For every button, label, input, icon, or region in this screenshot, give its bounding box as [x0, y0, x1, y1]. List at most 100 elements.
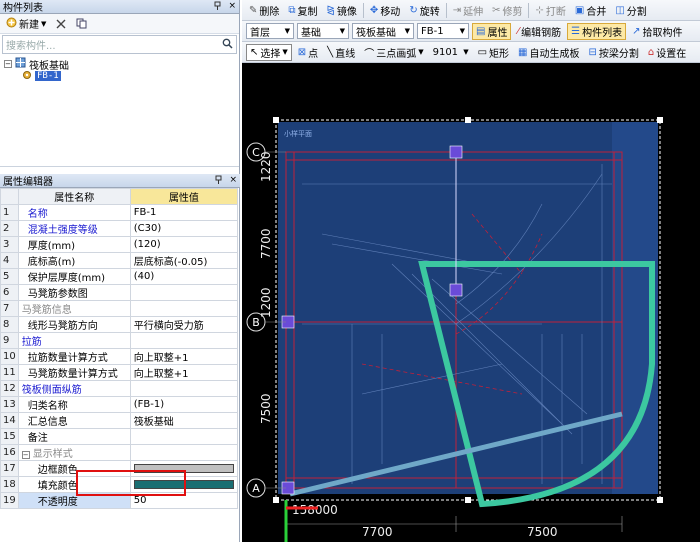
- split-button[interactable]: ◫ 分割: [612, 2, 649, 19]
- category-select[interactable]: 基础 ▼: [297, 23, 349, 39]
- property-value[interactable]: (C30): [129, 220, 239, 237]
- merge-button[interactable]: ▣ 合并: [572, 2, 609, 19]
- property-value[interactable]: 向上取整+1: [129, 364, 239, 381]
- property-value[interactable]: [129, 444, 239, 461]
- rect-button[interactable]: ▭ 矩形: [475, 44, 512, 61]
- merge-icon: ▣: [574, 4, 585, 16]
- property-value[interactable]: (120): [129, 236, 239, 253]
- drawing-canvas[interactable]: 小样平面 C B A 1220 7700 1200 7500 158000 77…: [242, 64, 700, 542]
- extend-button[interactable]: ⇥ 延伸: [450, 2, 486, 19]
- settings-label: 设置在: [656, 48, 687, 60]
- tree-root-label: 筏板基础: [29, 60, 69, 72]
- property-icon: ▤: [476, 25, 486, 37]
- property-row[interactable]: 10 拉筋数量计算方式 向上取整+1: [0, 348, 239, 365]
- trim-button[interactable]: ✂ 修剪: [489, 2, 525, 19]
- property-value[interactable]: (40): [129, 268, 239, 285]
- copy-component-button[interactable]: [73, 15, 90, 32]
- pin-icon[interactable]: [213, 1, 222, 13]
- property-value[interactable]: [129, 300, 239, 317]
- property-row[interactable]: 1 名称 FB-1: [0, 204, 239, 221]
- auto-generate-button[interactable]: ▦ 自动生成板: [515, 44, 582, 61]
- separator: [362, 2, 364, 18]
- property-value[interactable]: 平行横向受力筋: [129, 316, 239, 333]
- property-value[interactable]: (FB-1): [129, 396, 239, 413]
- copy-button[interactable]: ⧉ 复制: [285, 2, 320, 19]
- property-value[interactable]: [129, 380, 239, 397]
- close-icon[interactable]: ×: [229, 175, 237, 187]
- search-icon[interactable]: [222, 38, 233, 52]
- property-value[interactable]: 层底标高(-0.05): [129, 252, 239, 269]
- by-beam-split-button[interactable]: ⊟ 按梁分割: [586, 44, 642, 61]
- property-row[interactable]: 5 保护层厚度(mm) (40): [0, 268, 239, 285]
- auto-generate-label: 自动生成板: [529, 48, 580, 60]
- property-button[interactable]: ▤ 属性: [472, 22, 512, 40]
- property-row-index: 18: [0, 476, 19, 493]
- property-value[interactable]: FB-1: [129, 204, 239, 221]
- move-button[interactable]: ✥ 移动: [367, 2, 403, 19]
- arc-button[interactable]: ⌒ 三点画弧 ▼: [361, 44, 426, 61]
- property-row[interactable]: 4 底标高(m) 层底标高(-0.05): [0, 252, 239, 269]
- property-row[interactable]: 3 厚度(mm) (120): [0, 236, 239, 253]
- tree-item-root[interactable]: − 筏板基础: [4, 57, 235, 72]
- floor-select[interactable]: 首层 ▼: [246, 23, 294, 39]
- property-name-text: 备注: [27, 433, 48, 444]
- property-row[interactable]: 14 汇总信息 筏板基础: [0, 412, 239, 429]
- settings-button[interactable]: ⌂ 设置在: [645, 44, 689, 61]
- collapse-icon[interactable]: −: [21, 451, 30, 459]
- trim-label: 修剪: [502, 6, 523, 18]
- property-row[interactable]: 15 备注: [0, 428, 239, 445]
- close-icon[interactable]: ×: [228, 1, 236, 13]
- tree-item-fb1[interactable]: FB-1: [4, 70, 235, 82]
- component-list-button[interactable]: ☰ 构件列表: [567, 22, 627, 40]
- delete-component-button[interactable]: [53, 15, 69, 32]
- arc-label: 三点画弧: [376, 48, 417, 60]
- property-row[interactable]: 13 归类名称 (FB-1): [0, 396, 239, 413]
- property-name: 拉筋数量计算方式: [17, 348, 131, 365]
- pin-icon[interactable]: [214, 175, 223, 187]
- property-name: 线形马凳筋方向: [17, 316, 131, 333]
- property-row[interactable]: 2 混凝土强度等级 (C30): [0, 220, 239, 237]
- vertical-dimension-labels: 1220 7700 1200 7500: [259, 151, 273, 424]
- search-input[interactable]: 搜索构件...: [2, 35, 237, 54]
- highlight-box: [76, 470, 186, 496]
- property-name-text: 马凳筋数量计算方式: [27, 369, 118, 380]
- property-value[interactable]: 向上取整+1: [129, 348, 239, 365]
- property-row[interactable]: 11 马凳筋数量计算方式 向上取整+1: [0, 364, 239, 381]
- property-value[interactable]: [129, 428, 239, 445]
- dim-158000: 158000: [292, 503, 338, 517]
- collapse-icon[interactable]: −: [4, 60, 12, 68]
- rotate-button[interactable]: ↻ 旋转: [406, 2, 442, 19]
- component-select[interactable]: FB-1 ▼: [417, 23, 469, 39]
- property-name: 底标高(m): [17, 252, 131, 269]
- property-row[interactable]: 16− 显示样式: [0, 444, 239, 461]
- property-value[interactable]: [129, 332, 239, 349]
- property-editor-title: 属性编辑器: [3, 177, 53, 188]
- delete-x-icon: [56, 19, 66, 28]
- edit-rebar-button[interactable]: ⁄ 编辑钢筋: [514, 23, 564, 40]
- property-name-text: 马凳筋信息: [21, 305, 72, 316]
- select-button[interactable]: ↖ 选择 ▼: [246, 43, 292, 61]
- point-button[interactable]: ⊠ 点: [295, 44, 321, 61]
- line-icon: ╲: [327, 46, 334, 58]
- delete-button[interactable]: ✎ 删除: [246, 2, 282, 19]
- property-row[interactable]: 9 拉筋: [0, 332, 239, 349]
- new-button-label: 新建: [19, 20, 39, 31]
- property-value[interactable]: [129, 284, 239, 301]
- new-button[interactable]: 新建 ▼: [3, 15, 49, 32]
- property-name: 名称: [17, 204, 131, 221]
- break-button[interactable]: ⊹ 打断: [532, 2, 568, 19]
- line-button[interactable]: ╲ 直线: [324, 44, 358, 61]
- type-select[interactable]: 筏板基础 ▼: [352, 23, 414, 39]
- property-row[interactable]: 12 筏板侧面纵筋: [0, 380, 239, 397]
- arc-radius-input[interactable]: 9101 ▼: [430, 44, 472, 60]
- cad-drawing[interactable]: 小样平面 C B A 1220 7700 1200 7500 158000 77…: [242, 64, 700, 542]
- pick-component-button[interactable]: ↗ 拾取构件: [629, 23, 685, 40]
- property-row-index: 7: [0, 300, 19, 317]
- property-value[interactable]: 筏板基础: [129, 412, 239, 429]
- property-row[interactable]: 7 马凳筋信息: [0, 300, 239, 317]
- mirror-button[interactable]: ⧎ 镜像: [324, 2, 360, 19]
- property-row[interactable]: 8 线形马凳筋方向 平行横向受力筋: [0, 316, 239, 333]
- property-row-index: 16: [0, 444, 19, 461]
- property-name-text: 边框颜色: [37, 465, 78, 476]
- property-row[interactable]: 6 马凳筋参数图: [0, 284, 239, 301]
